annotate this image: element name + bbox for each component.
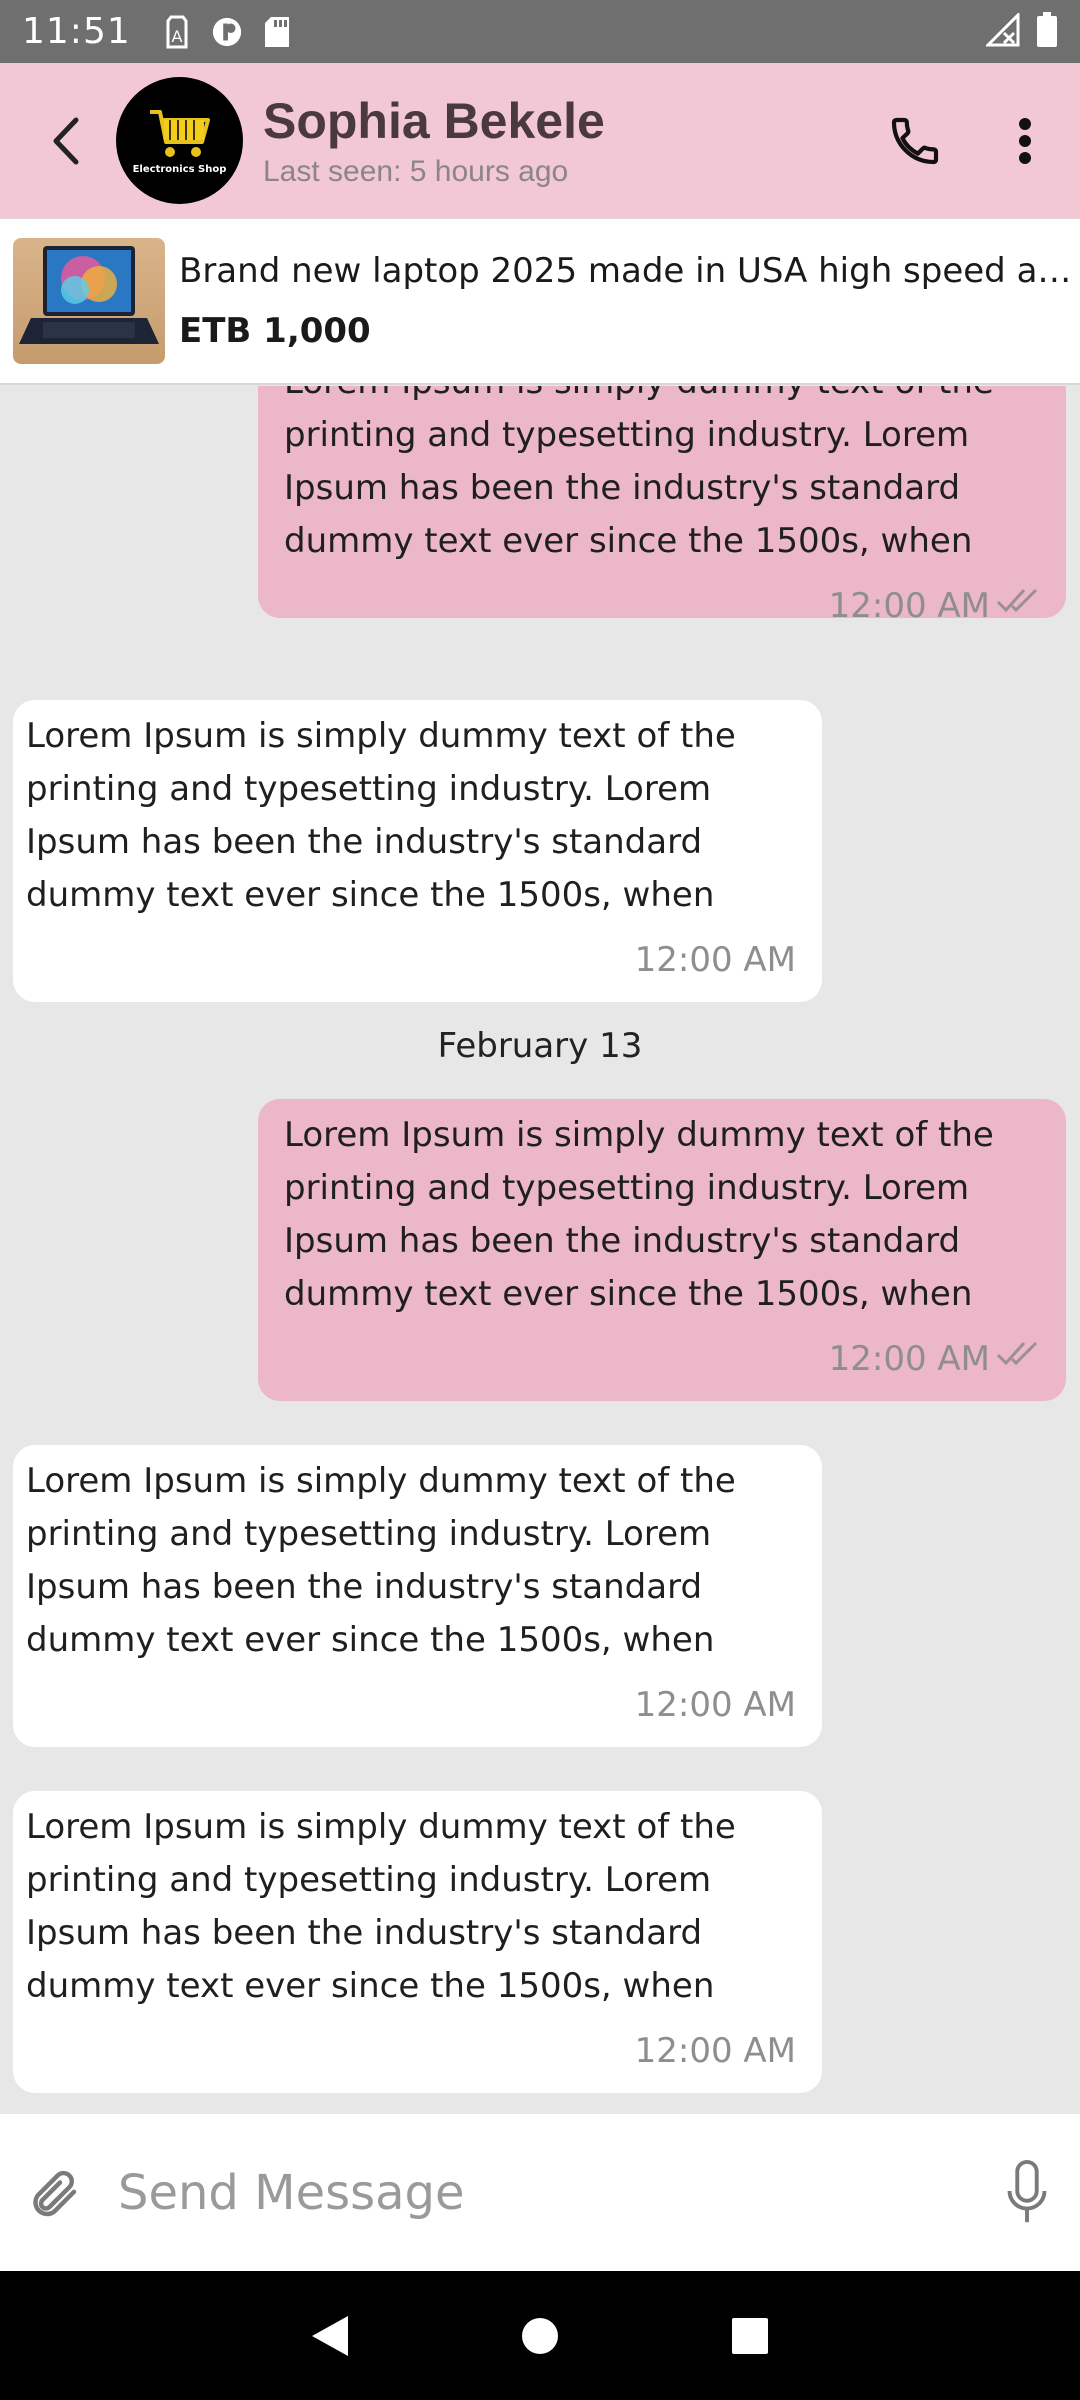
circle-home-icon (522, 2317, 558, 2354)
product-price: ETB 1,000 (179, 311, 371, 351)
date-separator: February 13 (437, 1026, 643, 1066)
laptop-icon (19, 246, 159, 344)
message-list[interactable]: Lorem Ipsum is simply dummy text of the … (0, 386, 1080, 2114)
incoming-message[interactable]: Lorem Ipsum is simply dummy text of the … (13, 700, 822, 1002)
message-text: Lorem Ipsum is simply dummy text of the … (26, 716, 736, 915)
avatar-label: Electronics Shop (132, 164, 227, 175)
status-time: 11:51 (22, 11, 131, 52)
system-navigation-bar (0, 2271, 1080, 2400)
microphone-icon (1007, 2159, 1047, 2222)
back-button[interactable] (20, 91, 110, 191)
product-card[interactable]: Brand new laptop 2025 made in USA high s… (0, 218, 1080, 385)
chevron-left-icon (53, 117, 79, 164)
svg-text:A: A (171, 27, 182, 46)
paperclip-icon (33, 2170, 77, 2216)
message-text: Lorem Ipsum is simply dummy text of the … (284, 386, 994, 561)
status-icons-right (984, 10, 1058, 52)
more-vertical-icon (1019, 117, 1031, 164)
product-thumbnail (13, 238, 165, 364)
voice-message-button[interactable] (992, 2153, 1062, 2233)
status-bar: 11:51 A (0, 0, 1080, 63)
nav-home-button[interactable] (510, 2306, 570, 2366)
signal-x-icon (984, 10, 1022, 51)
double-check-icon (996, 586, 1040, 616)
battery-icon (1036, 11, 1058, 52)
attach-button[interactable] (18, 2158, 88, 2228)
message-text: Lorem Ipsum is simply dummy text of the … (26, 1807, 736, 2006)
phone-icon (891, 117, 939, 164)
avatar[interactable]: Electronics Shop (116, 77, 243, 204)
nav-back-button[interactable] (300, 2306, 360, 2366)
shopping-cart-icon (149, 110, 210, 157)
more-options-button[interactable] (1000, 96, 1050, 186)
outgoing-message[interactable]: Lorem Ipsum is simply dummy text of the … (258, 1099, 1066, 1401)
outgoing-message[interactable]: Lorem Ipsum is simply dummy text of the … (258, 386, 1066, 626)
double-check-icon (996, 1339, 1040, 1369)
product-info: Brand new laptop 2025 made in USA high s… (179, 251, 1080, 351)
status-icons-left: A (161, 15, 293, 49)
square-recents-icon (732, 2317, 768, 2354)
message-composer (0, 2114, 1080, 2271)
text-a-icon: A (161, 15, 193, 49)
message-input[interactable] (118, 2164, 978, 2221)
message-time: 12:00 AM (828, 1339, 990, 1379)
product-title: Brand new laptop 2025 made in USA high s… (179, 251, 1079, 291)
circle-p-icon (211, 15, 243, 49)
message-time: 12:00 AM (634, 1685, 796, 1725)
contact-name: Sophia Bekele (263, 92, 605, 149)
incoming-message[interactable]: Lorem Ipsum is simply dummy text of the … (13, 1791, 822, 2093)
chat-header: Electronics Shop Sophia Bekele Last seen… (0, 63, 1080, 218)
call-button[interactable] (870, 96, 960, 186)
message-text: Lorem Ipsum is simply dummy text of the … (284, 1115, 994, 1314)
header-actions (870, 96, 1050, 186)
incoming-message[interactable]: Lorem Ipsum is simply dummy text of the … (13, 1445, 822, 1747)
last-seen-status: Last seen: 5 hours ago (263, 154, 569, 188)
message-text: Lorem Ipsum is simply dummy text of the … (26, 1461, 736, 1660)
message-time: 12:00 AM (634, 940, 796, 980)
message-time: 12:00 AM (828, 586, 990, 626)
triangle-back-icon (312, 2315, 348, 2356)
message-time: 12:00 AM (634, 2031, 796, 2071)
sd-card-icon (261, 15, 293, 49)
nav-recents-button[interactable] (720, 2306, 780, 2366)
contact-info[interactable]: Sophia Bekele Last seen: 5 hours ago (263, 93, 605, 189)
